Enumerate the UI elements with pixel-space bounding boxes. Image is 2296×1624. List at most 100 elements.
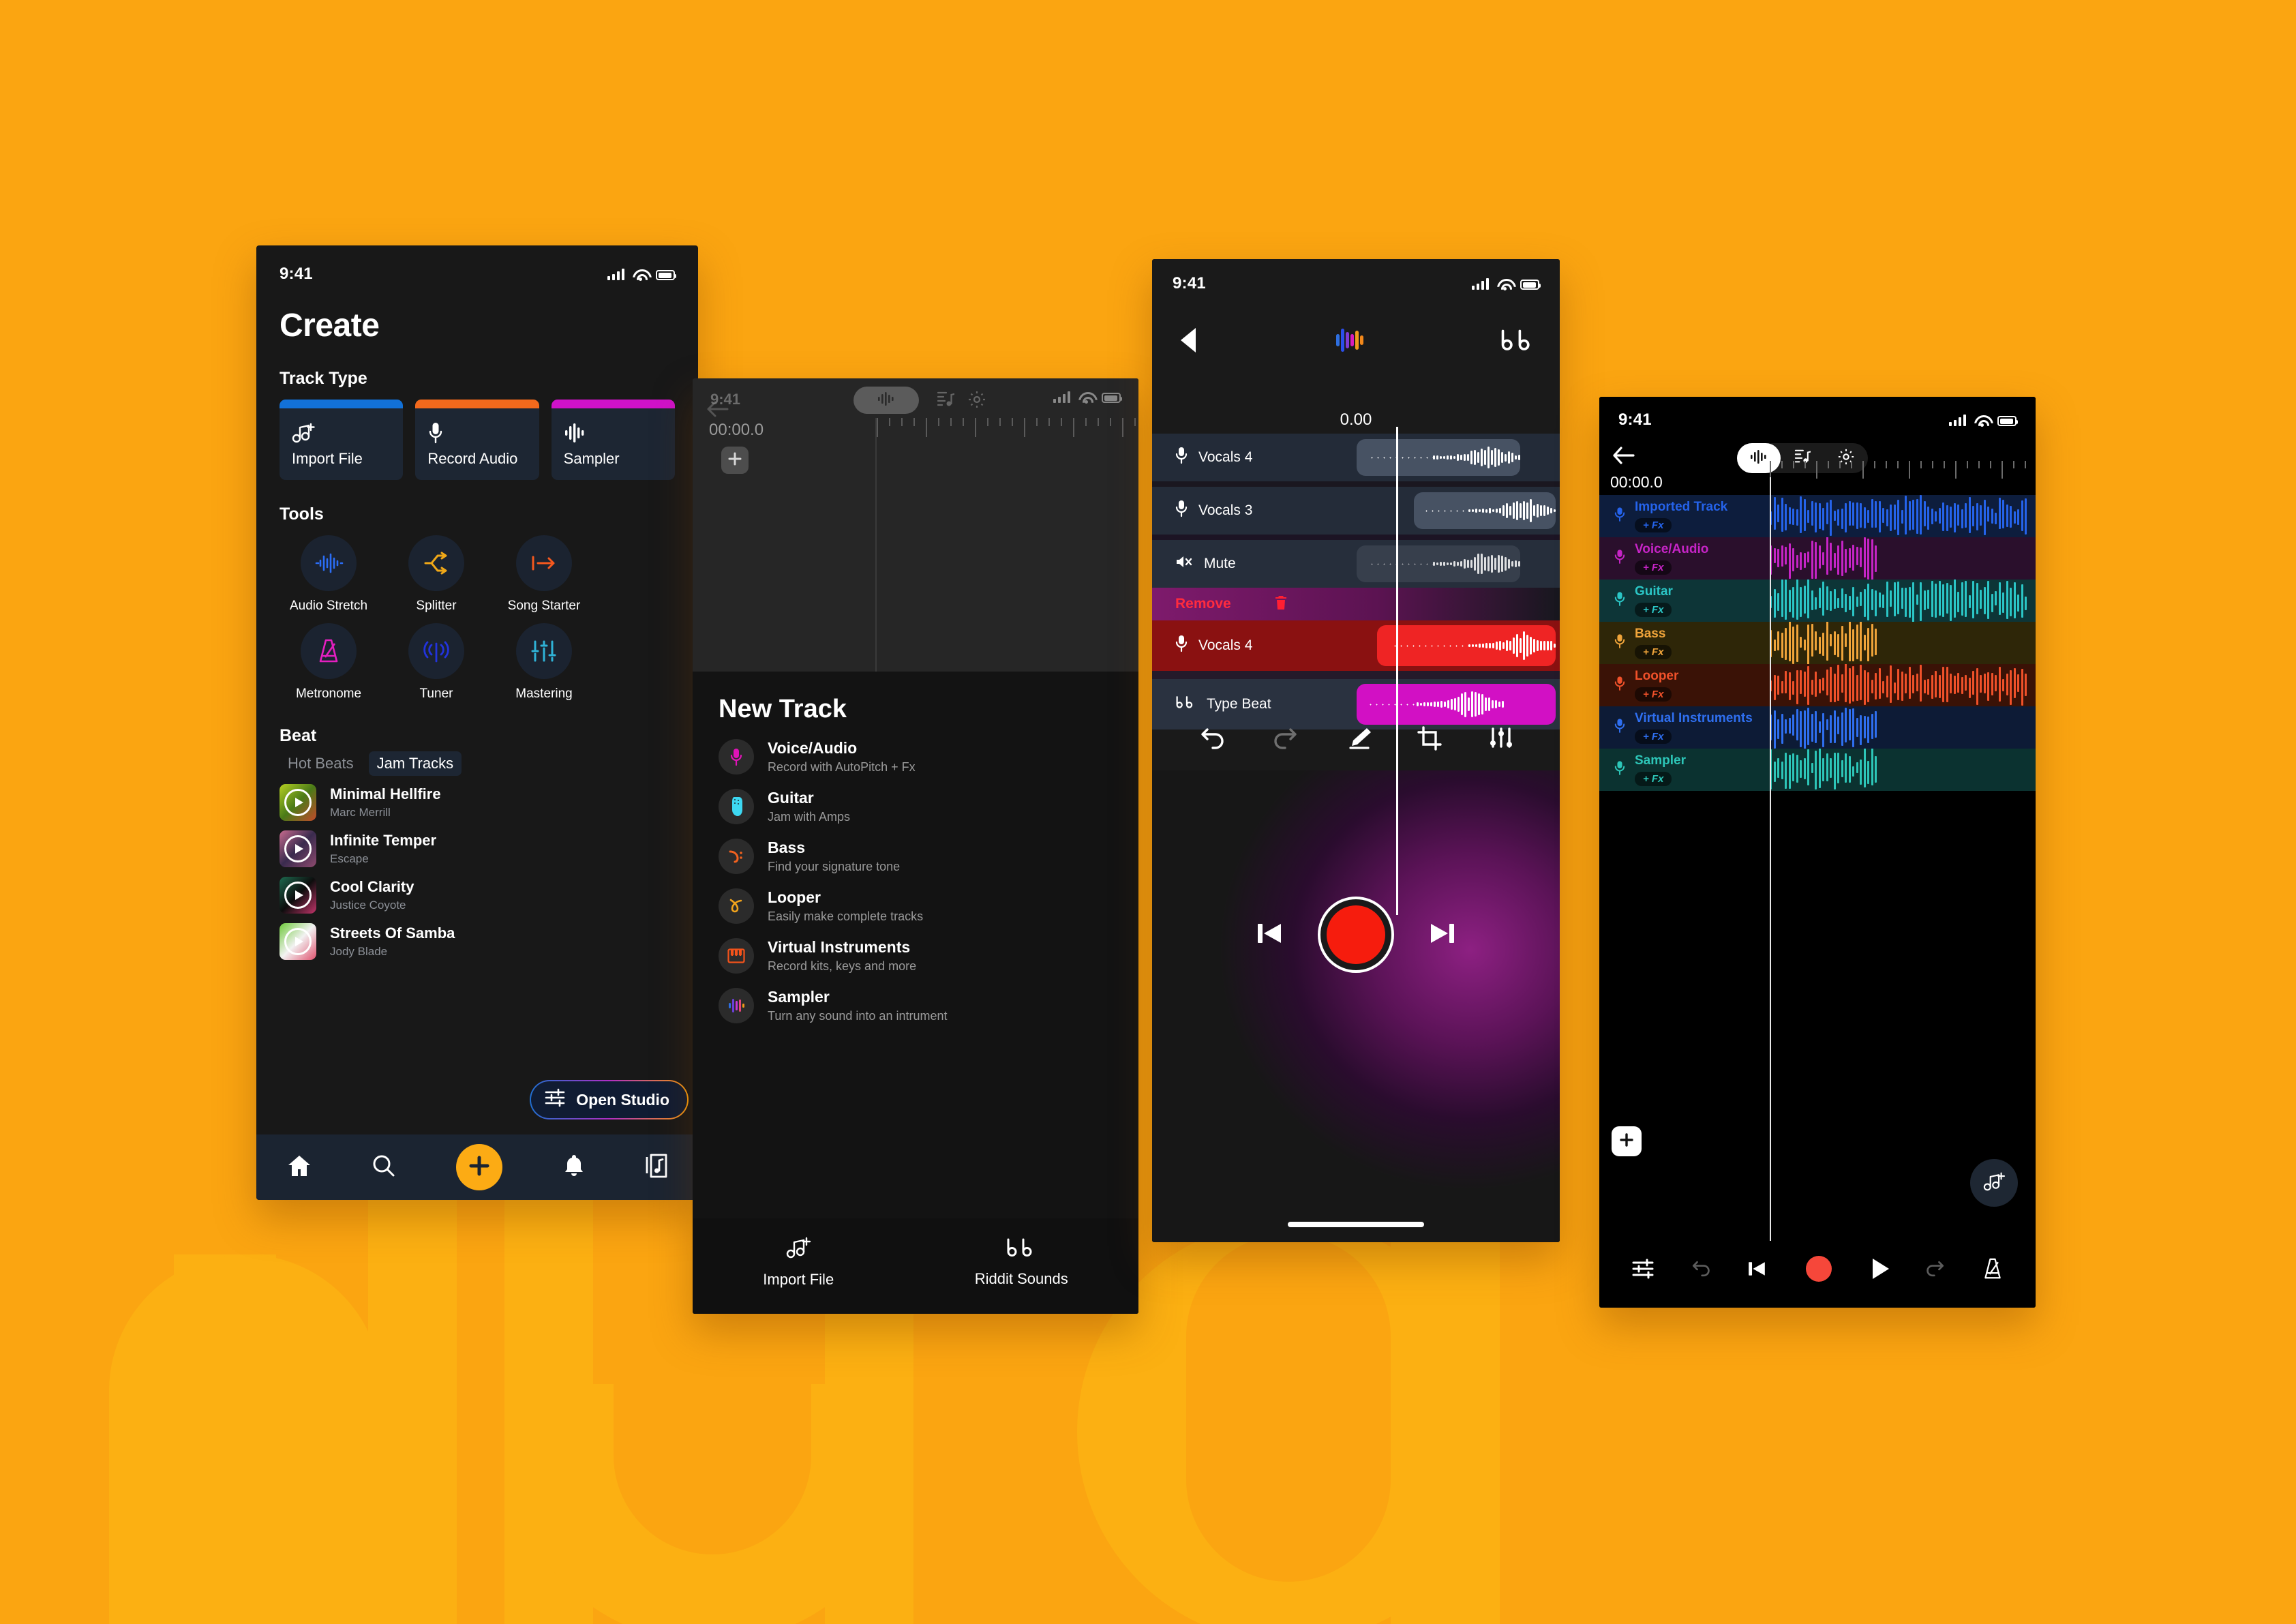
redo-icon[interactable] bbox=[1271, 726, 1300, 754]
gear-icon[interactable] bbox=[968, 391, 986, 412]
table-row[interactable]: Bass + Fx bbox=[1599, 622, 2036, 664]
timeline-playhead[interactable] bbox=[875, 418, 877, 672]
tool-splitter[interactable]: Splitter bbox=[387, 535, 485, 614]
audio-clip-selected[interactable] bbox=[1377, 625, 1556, 666]
riddit-sounds-button[interactable]: Riddit Sounds bbox=[975, 1237, 1068, 1288]
metronome-icon[interactable] bbox=[1982, 1257, 2003, 1284]
track-waveform[interactable] bbox=[1770, 580, 2029, 622]
tab-search[interactable] bbox=[372, 1154, 396, 1182]
crop-icon[interactable] bbox=[1417, 725, 1443, 754]
back-arrow-icon[interactable] bbox=[706, 400, 729, 421]
microphone-icon bbox=[719, 739, 754, 775]
music-note-plus-icon bbox=[1982, 1171, 2006, 1195]
skip-previous-icon[interactable] bbox=[1254, 918, 1285, 952]
track-waveform[interactable] bbox=[1770, 495, 2029, 537]
playhead-time: 0.00 bbox=[1340, 410, 1372, 429]
fx-badge[interactable]: + Fx bbox=[1635, 645, 1672, 659]
track-waveform[interactable] bbox=[1770, 664, 2029, 706]
beat-tab-hot-beats[interactable]: Hot Beats bbox=[280, 751, 362, 776]
fx-badge[interactable]: + Fx bbox=[1635, 518, 1672, 532]
tab-waveform-view[interactable] bbox=[854, 387, 919, 414]
midi-note-icon[interactable] bbox=[937, 391, 955, 412]
tool-mastering[interactable]: Mastering bbox=[495, 623, 593, 702]
play-icon[interactable] bbox=[284, 835, 312, 862]
import-file-button[interactable]: Import File bbox=[763, 1236, 834, 1289]
tool-audio-stretch[interactable]: Audio Stretch bbox=[280, 535, 378, 614]
new-track-option-looper[interactable]: Looper Easily make complete tracks bbox=[719, 888, 1113, 924]
fx-badge[interactable]: + Fx bbox=[1635, 772, 1672, 786]
fx-badge[interactable]: + Fx bbox=[1635, 560, 1672, 575]
table-row[interactable]: Voice/Audio + Fx bbox=[1599, 537, 2036, 580]
tab-notifications[interactable] bbox=[562, 1154, 586, 1182]
new-track-option-bass[interactable]: Bass Find your signature tone bbox=[719, 839, 1113, 874]
audio-clip[interactable] bbox=[1357, 545, 1520, 582]
table-row[interactable]: Vocals 3 bbox=[1152, 487, 1560, 535]
list-item[interactable]: Infinite Temper Escape bbox=[280, 830, 675, 867]
recorder-header: 9:41 bbox=[1152, 259, 1560, 409]
add-track-button[interactable] bbox=[721, 447, 749, 474]
back-triangle-icon[interactable] bbox=[1177, 325, 1200, 359]
track-waveform[interactable] bbox=[1770, 706, 1879, 749]
table-row[interactable]: Sampler + Fx bbox=[1599, 749, 2036, 791]
audio-clip[interactable] bbox=[1414, 492, 1556, 529]
fx-badge[interactable]: + Fx bbox=[1635, 687, 1672, 702]
record-button[interactable] bbox=[1803, 1253, 1834, 1288]
track-type-card-import-file[interactable]: Import File bbox=[280, 400, 404, 480]
back-arrow-icon[interactable] bbox=[1612, 446, 1636, 468]
track-type-card-record-audio[interactable]: Record Audio bbox=[415, 400, 539, 480]
play-icon[interactable] bbox=[1870, 1257, 1890, 1284]
remove-track-action[interactable]: Remove bbox=[1152, 588, 1560, 620]
fx-badge[interactable]: + Fx bbox=[1635, 730, 1672, 744]
trash-icon[interactable] bbox=[1275, 595, 1287, 614]
tab-library[interactable] bbox=[645, 1154, 668, 1182]
track-waveform[interactable] bbox=[1770, 622, 1879, 664]
track-waveform[interactable] bbox=[1770, 749, 1879, 791]
table-row[interactable]: Looper + Fx bbox=[1599, 664, 2036, 706]
list-item[interactable]: Minimal Hellfire Marc Merrill bbox=[280, 784, 675, 821]
mute-speaker-icon[interactable] bbox=[1175, 554, 1193, 573]
play-icon[interactable] bbox=[284, 789, 312, 816]
table-row[interactable]: Guitar + Fx bbox=[1599, 580, 2036, 622]
tool-label: Mastering bbox=[515, 687, 573, 701]
skip-previous-icon[interactable] bbox=[1746, 1258, 1768, 1283]
add-track-button[interactable] bbox=[1612, 1126, 1642, 1156]
list-item[interactable]: Cool Clarity Justice Coyote bbox=[280, 877, 675, 914]
skip-next-icon[interactable] bbox=[1427, 918, 1458, 952]
new-track-option-virtual-instruments[interactable]: Virtual Instruments Record kits, keys an… bbox=[719, 938, 1113, 974]
record-button[interactable] bbox=[1318, 897, 1394, 973]
play-icon[interactable] bbox=[284, 928, 312, 955]
table-row[interactable]: Virtual Instruments + Fx bbox=[1599, 706, 2036, 749]
beat-tab-jam-tracks[interactable]: Jam Tracks bbox=[368, 751, 462, 776]
tool-song-starter[interactable]: Song Starter bbox=[495, 535, 593, 614]
add-media-fab[interactable] bbox=[1970, 1159, 2018, 1207]
tab-create-button[interactable] bbox=[455, 1144, 502, 1190]
table-row[interactable]: Vocals 4 bbox=[1152, 434, 1560, 481]
table-row[interactable]: Mute bbox=[1152, 540, 1560, 588]
new-track-option-voice-audio[interactable]: Voice/Audio Record with AutoPitch + Fx bbox=[719, 739, 1113, 775]
track-waveform[interactable] bbox=[1770, 537, 1879, 580]
audio-clip[interactable] bbox=[1357, 439, 1520, 476]
undo-icon[interactable] bbox=[1689, 1259, 1711, 1282]
redo-icon[interactable] bbox=[1925, 1259, 1947, 1282]
open-studio-button[interactable]: Open Studio bbox=[530, 1080, 689, 1119]
undo-icon[interactable] bbox=[1198, 726, 1226, 754]
tab-home[interactable] bbox=[286, 1154, 312, 1182]
mixer-sliders-icon[interactable] bbox=[1488, 727, 1514, 753]
tool-metronome[interactable]: Metronome bbox=[280, 623, 378, 702]
list-item[interactable]: Streets Of Samba Jody Blade bbox=[280, 923, 675, 960]
track-name: Sampler bbox=[1635, 753, 1686, 768]
riddit-logo-icon[interactable] bbox=[1500, 327, 1535, 357]
mixer-sliders-icon[interactable] bbox=[1632, 1259, 1654, 1282]
fx-badge[interactable]: + Fx bbox=[1635, 603, 1672, 617]
new-track-option-guitar[interactable]: Guitar Jam with Amps bbox=[719, 789, 1113, 824]
multitrack-playhead[interactable] bbox=[1770, 477, 1771, 1241]
play-icon[interactable] bbox=[284, 882, 312, 909]
track-type-card-sampler[interactable]: Sampler bbox=[551, 400, 675, 480]
new-track-option-sampler[interactable]: Sampler Turn any sound into an intrument bbox=[719, 988, 1113, 1023]
table-row-selected[interactable]: Vocals 4 bbox=[1152, 620, 1560, 671]
option-desc: Record with AutoPitch + Fx bbox=[768, 760, 916, 774]
pencil-icon[interactable] bbox=[1345, 727, 1372, 753]
recorder-playhead[interactable] bbox=[1396, 427, 1398, 915]
table-row[interactable]: Imported Track + Fx bbox=[1599, 495, 2036, 537]
tool-tuner[interactable]: Tuner bbox=[387, 623, 485, 702]
